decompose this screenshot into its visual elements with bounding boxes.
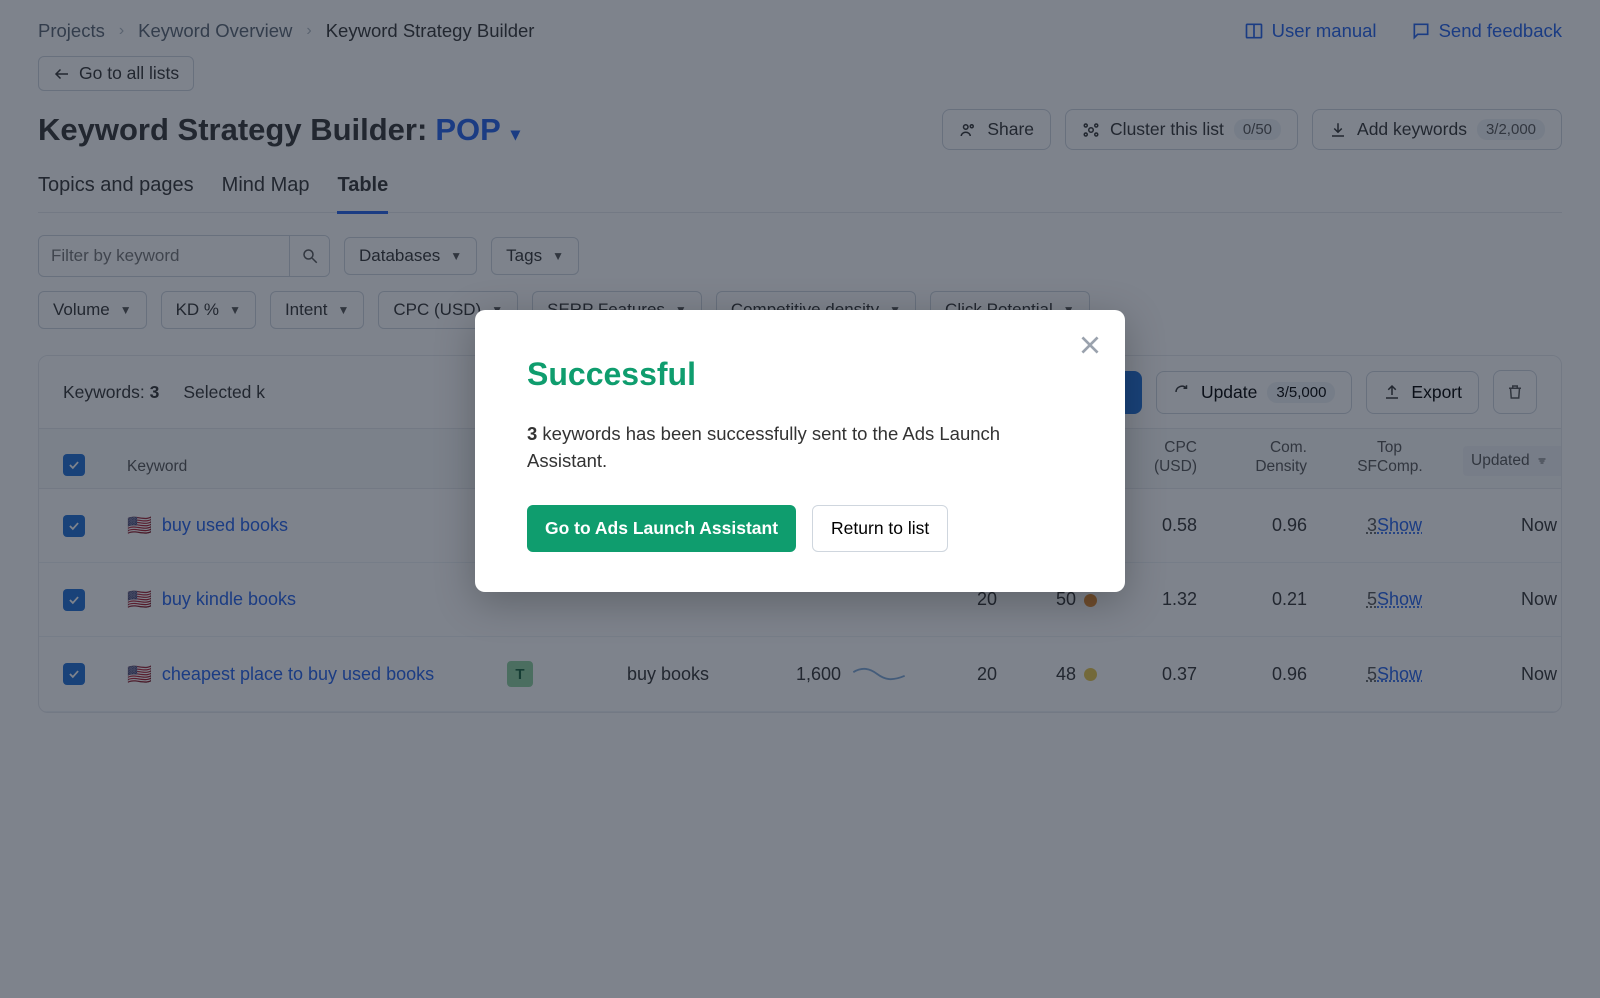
close-icon [1077,332,1103,358]
return-to-list-button[interactable]: Return to list [812,505,948,552]
modal-count: 3 [527,423,537,444]
modal-body-text: keywords has been successfully sent to t… [527,423,1000,471]
modal-title: Successful [527,356,1073,393]
modal-actions: Go to Ads Launch Assistant Return to lis… [527,505,1073,552]
modal-overlay[interactable]: Successful 3 keywords has been successfu… [0,0,1600,998]
modal-close-button[interactable] [1077,332,1103,363]
success-modal: Successful 3 keywords has been successfu… [475,310,1125,592]
go-to-ads-assistant-button[interactable]: Go to Ads Launch Assistant [527,505,796,552]
modal-body: 3 keywords has been successfully sent to… [527,421,1073,475]
